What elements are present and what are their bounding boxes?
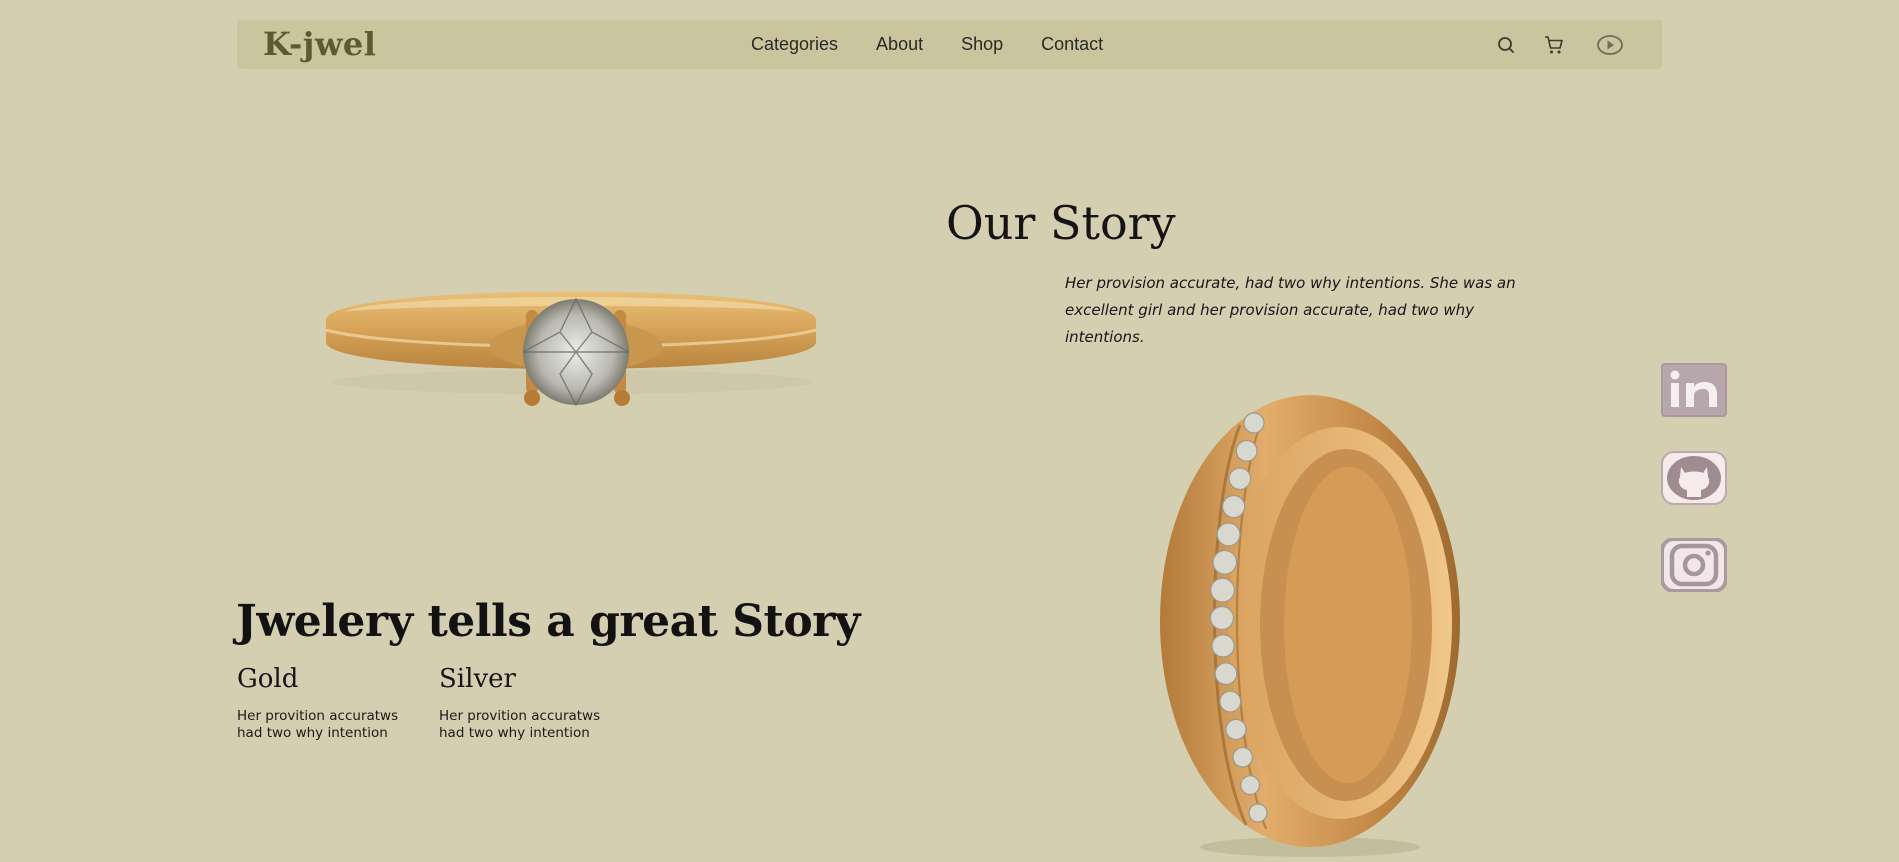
material-title: Gold xyxy=(237,664,299,694)
search-icon[interactable] xyxy=(1492,32,1520,58)
logo[interactable]: K-jwel xyxy=(263,25,376,63)
nav-contact[interactable]: Contact xyxy=(1041,34,1103,55)
diamond-band-image xyxy=(1160,395,1460,857)
material-gold: Gold Her provition accuratws had two why… xyxy=(237,664,422,742)
instagram-icon[interactable] xyxy=(1660,537,1728,593)
nav-about[interactable]: About xyxy=(876,34,923,55)
linkedin-icon[interactable] xyxy=(1661,363,1727,417)
nav-categories[interactable]: Categories xyxy=(751,34,838,55)
nav-shop[interactable]: Shop xyxy=(961,34,1003,55)
nav-icons xyxy=(1492,32,1624,58)
github-icon[interactable] xyxy=(1661,451,1727,505)
cart-icon[interactable] xyxy=(1540,32,1568,58)
navbar: K-jwel Categories About Shop Contact xyxy=(237,20,1662,69)
story-text: Her provision accurate, had two why inte… xyxy=(1065,274,1516,346)
material-silver: Silver Her provition accuratws had two w… xyxy=(439,664,624,742)
main-nav: Categories About Shop Contact xyxy=(751,34,1141,55)
story-title: Our Story xyxy=(946,196,1176,250)
play-icon[interactable] xyxy=(1596,32,1624,58)
hero-headline: Jwelery tells a great Story xyxy=(236,596,860,647)
solitaire-ring-image xyxy=(325,291,817,407)
material-title: Silver xyxy=(439,664,516,694)
material-text: Her provition accuratws had two why inte… xyxy=(439,708,601,741)
material-text: Her provition accuratws had two why inte… xyxy=(237,708,399,741)
